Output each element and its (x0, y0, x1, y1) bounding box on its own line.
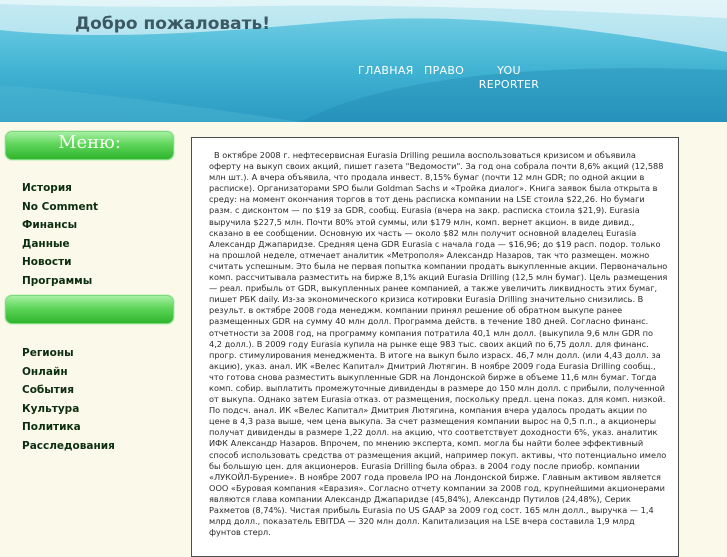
sidebar-link-investigations[interactable]: Расследования (22, 440, 115, 452)
sidebar-item-events: События (22, 378, 115, 397)
menu-heading-box-secondary (5, 295, 174, 324)
site-title: Добро пожаловать! (75, 14, 270, 34)
site-header: Добро пожаловать! ГЛАВНАЯ ПРАВО YOU REPO… (0, 0, 727, 122)
sidebar-link-news[interactable]: Новости (22, 256, 72, 268)
sidebar-link-history[interactable]: История (22, 182, 72, 194)
sidebar-link-events[interactable]: События (22, 384, 74, 396)
sidebar-link-culture[interactable]: Культура (22, 403, 79, 415)
nav-link-main[interactable]: ГЛАВНАЯ (358, 64, 414, 77)
sidebar-item-no-comment: No Comment (22, 195, 98, 214)
sidebar-link-finance[interactable]: Финансы (22, 219, 77, 231)
nav-link-law[interactable]: ПРАВО (424, 64, 464, 77)
nav-link-you-reporter[interactable]: YOU REPORTER (474, 64, 544, 92)
sidebar-item-data: Данные (22, 232, 98, 251)
sidebar-link-politics[interactable]: Политика (22, 421, 81, 433)
sidebar-item-regions: Регионы (22, 341, 115, 360)
menu-heading: Меню: (58, 132, 121, 153)
sidebar-item-politics: Политика (22, 415, 115, 434)
content-panel: В октябре 2008 г. нефтесервисная Eurasia… (191, 137, 679, 557)
sidebar-item-culture: Культура (22, 397, 115, 416)
sidebar-item-finance: Финансы (22, 213, 98, 232)
sidebar-link-programs[interactable]: Программы (22, 275, 92, 287)
sidebar-item-history: История (22, 176, 98, 195)
sidebar-item-investigations: Расследования (22, 434, 115, 453)
article-text: В октябре 2008 г. нефтесервисная Eurasia… (209, 150, 668, 538)
menu-list-primary: История No Comment Финансы Данные Новост… (22, 176, 98, 287)
sidebar-link-data[interactable]: Данные (22, 238, 70, 250)
sidebar-item-online: Онлайн (22, 360, 115, 379)
menu-list-secondary: Регионы Онлайн События Культура Политика… (22, 341, 115, 452)
sidebar-item-news: Новости (22, 250, 98, 269)
sidebar-link-online[interactable]: Онлайн (22, 366, 68, 378)
menu-heading-box: Меню: (5, 131, 174, 160)
sidebar-item-programs: Программы (22, 269, 98, 288)
sidebar-link-regions[interactable]: Регионы (22, 347, 74, 359)
sidebar-link-no-comment[interactable]: No Comment (22, 201, 98, 213)
sidebar: Меню: История No Comment Финансы Данные … (0, 122, 190, 545)
